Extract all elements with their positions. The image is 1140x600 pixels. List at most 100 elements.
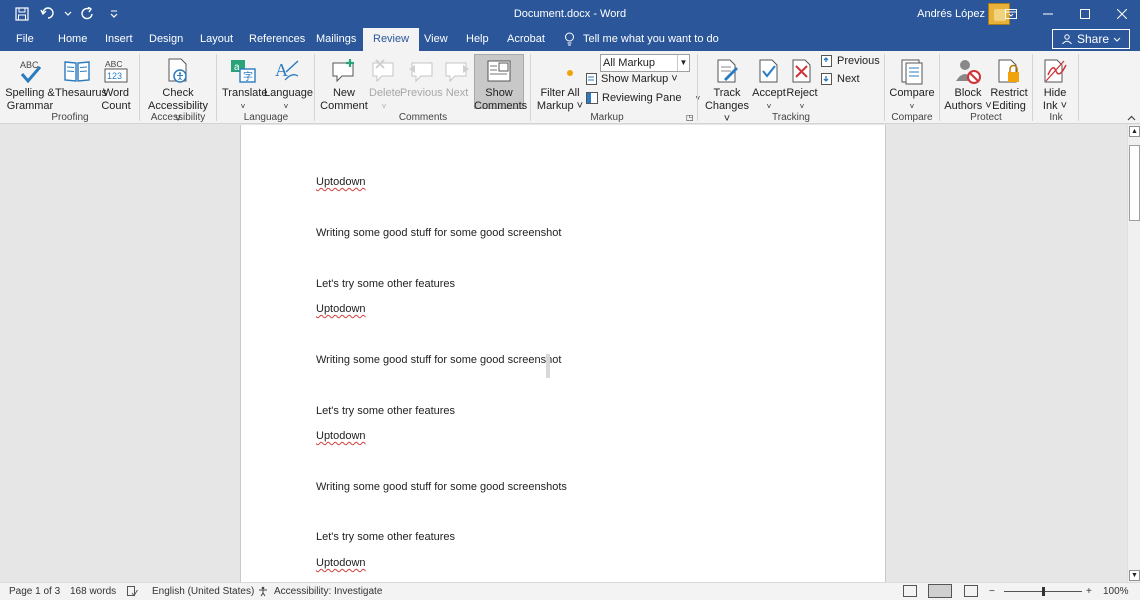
tell-me-search[interactable]: Tell me what you want to do [564, 32, 719, 46]
next-change-label: Next [837, 73, 860, 85]
share-button[interactable]: Share [1051, 29, 1130, 49]
tab-layout[interactable]: Layout [200, 32, 233, 51]
page-indicator[interactable]: Page 1 of 3 [9, 586, 60, 597]
reviewing-pane-icon [586, 92, 598, 104]
group-label-accessibility: Accessibility [150, 112, 206, 123]
tab-references[interactable]: References [249, 32, 305, 51]
language-label: Language [264, 87, 313, 99]
tab-acrobat[interactable]: Acrobat [507, 32, 545, 51]
show-comments-icon [484, 56, 514, 86]
delete-comment-button[interactable]: Delete ˅ [369, 53, 401, 113]
collapse-ribbon-icon[interactable] [1127, 113, 1136, 124]
spelling-grammar-button[interactable]: ABC Spelling & Grammar [4, 53, 56, 113]
tab-help[interactable]: Help [466, 32, 489, 51]
next-comment-label: Next [445, 87, 469, 99]
filter-all-markup-button[interactable]: Filter All Markup ˅ [536, 53, 584, 113]
zoom-in-icon[interactable]: + [1086, 586, 1092, 597]
show-markup-button[interactable]: Show Markup ˅ [586, 73, 678, 85]
proofing-status-icon[interactable] [127, 586, 138, 600]
maximize-icon[interactable] [1066, 0, 1103, 28]
compare-button[interactable]: Compare ˅ [888, 53, 936, 113]
scroll-down-icon[interactable]: ▼ [1129, 570, 1140, 581]
svg-text:ABC: ABC [20, 60, 39, 70]
group-label-protect: Protect [970, 112, 1002, 123]
previous-change-button[interactable]: Previous [821, 55, 880, 67]
tab-review[interactable]: Review [363, 28, 420, 51]
vertical-scrollbar[interactable]: ▲ ▼ [1127, 125, 1140, 582]
group-divider [939, 54, 940, 121]
group-divider [1032, 54, 1033, 121]
previous-change-label: Previous [837, 55, 880, 67]
reject-button[interactable]: Reject ˅ [786, 53, 818, 113]
chevron-down-icon [1113, 37, 1121, 42]
next-change-button[interactable]: Next [821, 73, 860, 85]
thesaurus-button[interactable]: Thesaurus [55, 53, 107, 100]
tab-mailings[interactable]: Mailings [316, 32, 356, 51]
print-layout-icon[interactable] [928, 584, 952, 598]
group-label-compare: Compare [891, 112, 933, 123]
ribbon-review: ABC Spelling & Grammar Thesaurus ABC 123 … [0, 51, 1140, 125]
track-changes-label-1: Track [713, 87, 741, 99]
title-bar: Document.docx - Word Andrés López [0, 0, 1140, 28]
block-authors-button[interactable]: Block Authors ˅ [944, 53, 992, 113]
hide-ink-button[interactable]: Hide Ink ˅ [1036, 53, 1074, 113]
language-button[interactable]: A Language ˅ [264, 53, 313, 113]
word-count-icon: ABC 123 [101, 56, 131, 86]
document-page[interactable]: Uptodown Writing some good stuff for som… [240, 125, 886, 582]
ribbon-display-options-icon[interactable] [992, 0, 1029, 28]
markup-display-select[interactable]: All Markup ▼ [600, 54, 690, 72]
language-indicator[interactable]: English (United States) [152, 586, 254, 597]
block-authors-icon [953, 56, 983, 86]
scroll-thumb[interactable] [1129, 145, 1140, 221]
new-comment-icon [329, 56, 359, 86]
new-comment-label-1: New [332, 87, 355, 99]
spelling-label-1: Spelling & [5, 87, 55, 99]
zoom-slider-thumb[interactable] [1042, 587, 1045, 596]
previous-comment-icon [406, 56, 436, 86]
tab-insert[interactable]: Insert [105, 32, 133, 51]
minimize-icon[interactable] [1029, 0, 1066, 28]
group-divider [884, 54, 885, 121]
reject-label: Reject [786, 87, 818, 99]
user-name[interactable]: Andrés López [917, 8, 985, 20]
previous-comment-button[interactable]: Previous [400, 53, 443, 100]
group-divider [530, 54, 531, 121]
tab-home[interactable]: Home [58, 32, 87, 51]
zoom-level[interactable]: 100% [1103, 586, 1129, 597]
close-icon[interactable] [1103, 0, 1140, 28]
zoom-out-icon[interactable]: − [989, 586, 995, 597]
accept-label: Accept [752, 87, 786, 99]
doc-line: Let's try some other features [316, 405, 456, 417]
reviewing-pane-button[interactable]: Reviewing Pane ˅ [586, 92, 700, 104]
read-mode-icon[interactable] [903, 585, 917, 597]
group-label-tracking: Tracking [772, 112, 810, 123]
previous-change-icon [821, 55, 832, 67]
share-icon [1062, 34, 1072, 44]
group-label-proofing: Proofing [51, 112, 89, 123]
svg-text:123: 123 [107, 71, 122, 81]
next-comment-button[interactable]: Next [442, 53, 472, 100]
accessibility-indicator[interactable]: Accessibility: Investigate [258, 586, 382, 597]
word-count-indicator[interactable]: 168 words [70, 586, 116, 597]
tab-view[interactable]: View [424, 32, 448, 51]
scroll-up-icon[interactable]: ▲ [1129, 126, 1140, 137]
group-label-markup: Markup [590, 112, 624, 123]
doc-line: Writing some good stuff for some good sc… [316, 227, 562, 239]
document-area: Uptodown Writing some good stuff for som… [0, 125, 1127, 582]
thesaurus-label: Thesaurus [55, 87, 107, 99]
word-count-button[interactable]: ABC 123 Word Count [100, 53, 132, 113]
new-comment-button[interactable]: New Comment [320, 53, 368, 113]
tab-design[interactable]: Design [149, 32, 183, 51]
markup-options-launcher-icon[interactable]: ◳ [686, 113, 694, 122]
tell-me-text: Tell me what you want to do [583, 33, 719, 45]
delete-comment-label: Delete [369, 87, 401, 99]
web-layout-icon[interactable] [964, 585, 978, 597]
hide-ink-label-1: Hide [1043, 87, 1067, 99]
tab-file[interactable]: File [16, 32, 34, 51]
accessibility-check-icon [163, 56, 193, 86]
show-comments-button[interactable]: Show Comments [474, 53, 527, 113]
translate-button[interactable]: a字 Translate ˅ [222, 53, 267, 113]
restrict-editing-button[interactable]: Restrict Editing [990, 53, 1028, 113]
accessibility-icon [259, 586, 267, 597]
accept-button[interactable]: Accept ˅ [752, 53, 786, 113]
